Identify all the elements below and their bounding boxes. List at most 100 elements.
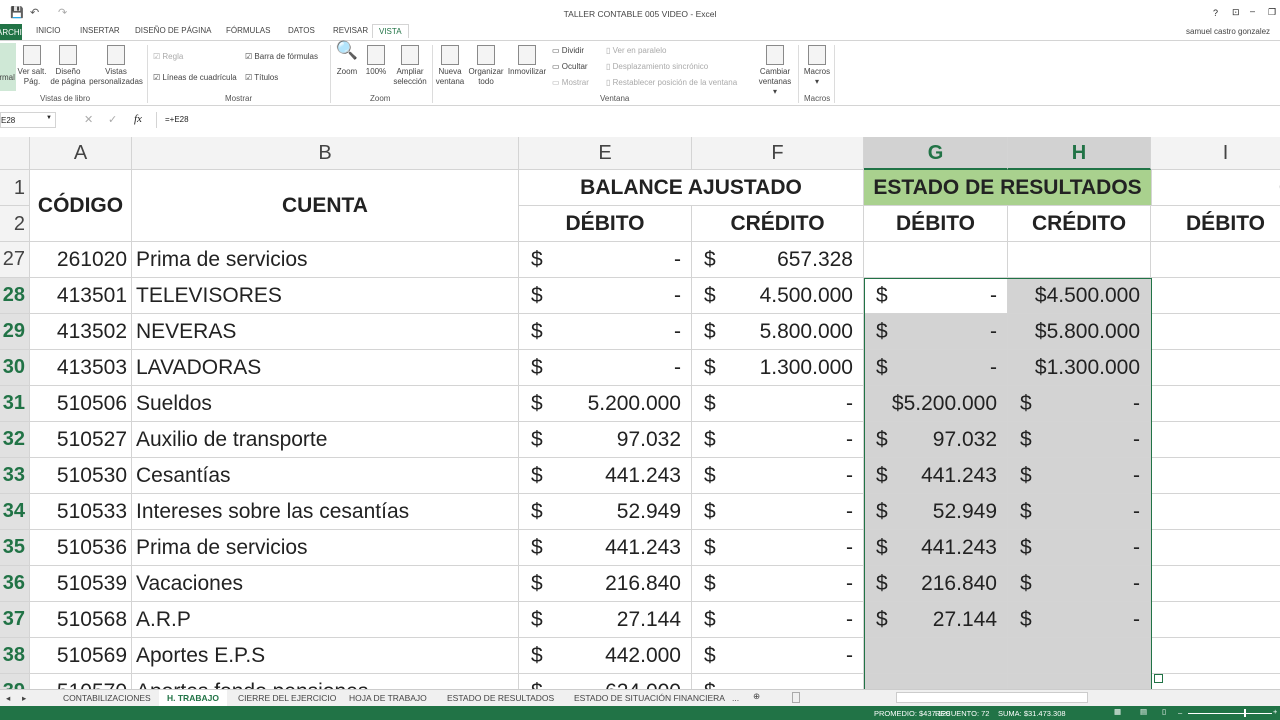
cell-i[interactable] [1151, 638, 1280, 674]
row-header[interactable]: 36 [0, 566, 30, 602]
normal-view-icon[interactable]: ▦ [1114, 707, 1121, 716]
cell-credito-resultados[interactable] [1008, 674, 1151, 689]
cell-credito-resultados[interactable]: $5.800.000 [1008, 314, 1151, 350]
cell-cuenta[interactable]: Prima de servicios [132, 242, 519, 278]
cell-cuenta[interactable]: A.R.P [132, 602, 519, 638]
cell-cuenta[interactable]: Vacaciones [132, 566, 519, 602]
row-header[interactable]: 30 [0, 350, 30, 386]
formula-input[interactable]: =+E28 [156, 112, 1280, 128]
sheet-tab[interactable]: HOJA DE TRABAJO [349, 693, 427, 703]
cell-credito-resultados[interactable]: $ - [1008, 422, 1151, 458]
hide-button[interactable]: ▭ Ocultar [552, 62, 588, 72]
cell-credito-balance[interactable]: $1.300.000 [692, 350, 864, 386]
ribbon-options-icon[interactable]: ⊡ [1232, 7, 1240, 18]
select-all-corner[interactable] [0, 137, 30, 170]
cell-i[interactable] [1151, 530, 1280, 566]
zoom-slider-handle[interactable] [1244, 709, 1246, 717]
zoom-in-icon[interactable]: + [1273, 707, 1277, 716]
gridlines-checkbox[interactable]: ☑ Líneas de cuadrícula [153, 73, 237, 83]
split-button[interactable]: ▭ Dividir [552, 46, 584, 56]
restore-icon[interactable]: ❐ [1268, 7, 1276, 18]
cell-codigo[interactable]: 413503 [30, 350, 132, 386]
cell-i[interactable] [1151, 422, 1280, 458]
unhide-button[interactable]: ▭ Mostrar [552, 78, 589, 88]
cell-credito-resultados[interactable]: $ - [1008, 566, 1151, 602]
cell-i[interactable] [1151, 386, 1280, 422]
cell-debito-resultados[interactable] [864, 242, 1008, 278]
arrange-all-button[interactable]: Organizar todo [467, 45, 505, 87]
cell-debito-balance[interactable]: $97.032 [519, 422, 692, 458]
cell-credito-balance[interactable]: $ - [692, 638, 864, 674]
cell-codigo[interactable]: 510570 [30, 674, 132, 689]
cell-credito-balance[interactable]: $4.500.000 [692, 278, 864, 314]
zoom-100-button[interactable]: 100% [364, 45, 388, 77]
cell-credito-resultados[interactable]: $ - [1008, 530, 1151, 566]
cell-debito-balance[interactable]: $216.840 [519, 566, 692, 602]
tab-diseno[interactable]: DISEÑO DE PÁGINA [135, 26, 211, 35]
new-window-button[interactable]: Nueva ventana [434, 45, 466, 87]
column-header-B[interactable]: B [132, 137, 519, 170]
spreadsheet-grid[interactable]: A B E F G H I 1 2 CÓDIGO CUENTA BALANCE AJUSTADO EST… [0, 137, 1280, 689]
cell-cuenta[interactable]: Auxilio de transporte [132, 422, 519, 458]
cell-debito-balance[interactable]: $52.949 [519, 494, 692, 530]
macros-button[interactable]: Macros ▾ [802, 45, 832, 87]
tab-inicio[interactable]: INICIO [36, 26, 60, 35]
cell-i[interactable] [1151, 278, 1280, 314]
cell-codigo[interactable]: 510530 [30, 458, 132, 494]
row-header[interactable]: 37 [0, 602, 30, 638]
sheet-tab[interactable]: ESTADO DE RESULTADOS [447, 693, 554, 703]
cell-i[interactable] [1151, 314, 1280, 350]
cell-debito-balance[interactable]: $ - [519, 278, 692, 314]
row-header[interactable]: 34 [0, 494, 30, 530]
cell-debito-resultados[interactable] [864, 674, 1008, 689]
cell-debito-resultados[interactable]: $216.840 [864, 566, 1008, 602]
enter-icon[interactable]: ✓ [108, 113, 117, 126]
cell-credito-balance[interactable]: $ - [692, 422, 864, 458]
prev-sheet-icon[interactable]: ◂ [6, 693, 10, 704]
row-header[interactable]: 1 [0, 170, 30, 206]
cell-credito-resultados[interactable]: $ - [1008, 386, 1151, 422]
cell-codigo[interactable]: 510569 [30, 638, 132, 674]
cell-cuenta[interactable]: Sueldos [132, 386, 519, 422]
cell-cuenta[interactable]: Aportes fondo pensiones [132, 674, 519, 689]
insert-function-icon[interactable]: fx [134, 113, 142, 125]
cell-credito-balance[interactable]: $ - [692, 602, 864, 638]
cell-cuenta[interactable]: Cesantías [132, 458, 519, 494]
add-sheet-icon[interactable]: ⊕ [753, 691, 760, 702]
tab-revisar[interactable]: REVISAR [333, 26, 368, 35]
page-break-icon[interactable]: ▯ [1162, 707, 1166, 716]
cell-codigo[interactable]: 510539 [30, 566, 132, 602]
cell-credito-resultados[interactable]: $ - [1008, 458, 1151, 494]
cell-credito-balance[interactable]: $ - [692, 458, 864, 494]
tab-archivo[interactable]: ARCHIVO [0, 24, 33, 40]
cell-cuenta[interactable]: NEVERAS [132, 314, 519, 350]
sync-scroll-button[interactable]: ▯ Desplazamiento sincrónico [606, 62, 708, 72]
cell-debito-resultados[interactable]: $ - [864, 350, 1008, 386]
zoom-selection-button[interactable]: Ampliar selección [392, 45, 428, 87]
cell-credito-resultados[interactable]: $4.500.000 [1008, 278, 1151, 314]
cell-i[interactable] [1151, 602, 1280, 638]
side-by-side-button[interactable]: ▯ Ver en paralelo [606, 46, 666, 56]
cell-i[interactable] [1151, 566, 1280, 602]
row-header[interactable]: 29 [0, 314, 30, 350]
column-header-G[interactable]: G [864, 137, 1008, 170]
cancel-icon[interactable]: ✕ [84, 113, 93, 126]
custom-views-button[interactable]: Vistas personalizadas [88, 45, 144, 87]
cell-debito-balance[interactable]: $ - [519, 314, 692, 350]
cell-debito-resultados[interactable]: $441.243 [864, 530, 1008, 566]
row-header[interactable]: 38 [0, 638, 30, 674]
cell-credito-balance[interactable]: $ [692, 674, 864, 689]
zoom-button[interactable]: 🔍 Zoom [334, 41, 360, 77]
cell-debito-balance[interactable]: $ - [519, 242, 692, 278]
column-header-I[interactable]: I [1151, 137, 1280, 170]
next-sheet-icon[interactable]: ▸ [22, 693, 26, 704]
cell-codigo[interactable]: 510568 [30, 602, 132, 638]
formula-bar-checkbox[interactable]: ☑ Barra de fórmulas [245, 52, 318, 62]
ruler-checkbox[interactable]: ☑ Regla [153, 52, 183, 62]
column-header-A[interactable]: A [30, 137, 132, 170]
cell-credito-balance[interactable]: $ - [692, 494, 864, 530]
row-header[interactable]: 27 [0, 242, 30, 278]
row-header[interactable]: 32 [0, 422, 30, 458]
cell-credito-balance[interactable]: $ - [692, 386, 864, 422]
cell-debito-resultados[interactable]: $97.032 [864, 422, 1008, 458]
